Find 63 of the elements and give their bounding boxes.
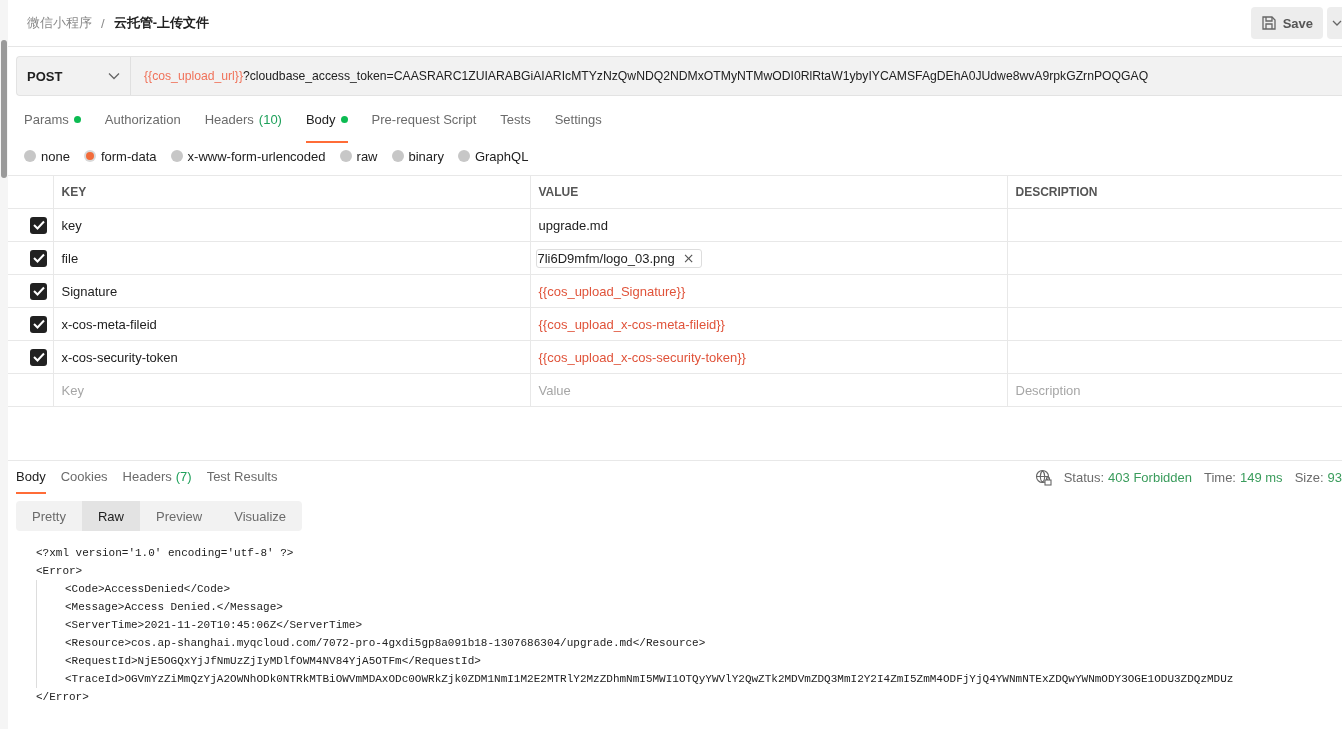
- column-header: KEY: [53, 175, 530, 209]
- table-cell: x-cos-meta-fileid: [53, 307, 530, 341]
- checkbox[interactable]: [30, 315, 47, 333]
- table-cell: Signature: [53, 274, 530, 308]
- table-cell: {{cos_upload_x-cos-security-token}}: [530, 340, 1007, 374]
- request-tab[interactable]: Tests: [500, 98, 531, 143]
- scrollbar-thumb[interactable]: [1, 40, 7, 178]
- code-line: <TraceId>OGVmYzZiMmQzYjA2OWNhODk0NTRkMTBiOWVmMDAxODc0OWRkZjk0ZDM1NmI1M2E2MTRlY2MzZDhmNmI5MWI1OTQyYWVlY2QwZTk2MDVmZDQ3MmI2Y2I4ZmI5ZmM4ODFjYjQ4YWNmNTExZDQwYWNmODY3OGE1ODU3ZDQzMDUz: [65, 672, 1234, 687]
- table-cell: key: [53, 208, 530, 242]
- column-header: DESCRIPTION: [1007, 175, 1342, 209]
- code-line: <Resource>cos.ap-shanghai.myqcloud.com/7072-pro-4gxdi5gp8a091b18-1307686304/upgrade.md</Resource>: [65, 636, 706, 651]
- status-label: Size:: [1294, 470, 1324, 485]
- response-tab[interactable]: Body: [16, 461, 46, 494]
- code-line: <Error>: [36, 564, 83, 579]
- file-chip[interactable]: 7li6D9mfm/logo_03.png ×: [535, 248, 702, 268]
- request-title: 云托管-上传文件: [113, 14, 209, 32]
- code-line: <Message>Access Denied.</Message>: [65, 600, 283, 615]
- checkbox[interactable]: [30, 282, 47, 300]
- code-line: </Error>: [36, 690, 89, 705]
- checkbox[interactable]: [30, 249, 47, 267]
- breadcrumb-separator: /: [101, 15, 105, 31]
- response-tab[interactable]: Cookies: [60, 461, 108, 494]
- status-value: 149 ms: [1240, 470, 1283, 485]
- code-line: <?xml version='1.0' encoding='utf-8' ?>: [36, 546, 294, 561]
- request-tab[interactable]: Params: [24, 98, 81, 143]
- view-mode-tab[interactable]: Preview: [140, 501, 219, 531]
- body-type-radio[interactable]: GraphQL: [457, 148, 529, 164]
- table-cell: {{cos_upload_Signature}}: [530, 274, 1007, 308]
- request-tab[interactable]: Headers (10): [204, 98, 282, 143]
- status-label: Time:: [1203, 470, 1236, 485]
- body-type-radio[interactable]: raw: [339, 148, 378, 164]
- status-value: 403 Forbidden: [1108, 470, 1192, 485]
- checkbox[interactable]: [30, 216, 47, 234]
- chevron-down-icon: [1332, 19, 1342, 27]
- response-tab[interactable]: Test Results: [206, 461, 278, 494]
- status-value: 93: [1327, 470, 1342, 485]
- table-cell: upgrade.md: [530, 208, 1007, 242]
- checkbox[interactable]: [30, 348, 47, 366]
- column-header: VALUE: [530, 175, 1007, 209]
- table-cell: {{cos_upload_x-cos-meta-fileid}}: [530, 307, 1007, 341]
- table-cell: file: [53, 241, 530, 275]
- body-type-radio[interactable]: form-data: [83, 148, 157, 164]
- breadcrumb-link[interactable]: 微信小程序: [27, 14, 92, 32]
- remove-file-button[interactable]: ×: [682, 251, 695, 265]
- response-tab[interactable]: Headers (7): [122, 461, 192, 494]
- status-label: Status:: [1063, 470, 1105, 485]
- table-cell: x-cos-security-token: [53, 340, 530, 374]
- view-mode-tab[interactable]: Raw: [81, 501, 140, 531]
- request-tab[interactable]: Settings: [554, 98, 602, 143]
- body-type-radio[interactable]: none: [24, 148, 70, 164]
- body-type-radio[interactable]: binary: [391, 148, 444, 164]
- view-mode-tab[interactable]: Pretty: [16, 501, 82, 531]
- code-line: <Code>AccessDenied</Code>: [65, 582, 231, 597]
- request-tab[interactable]: Body: [305, 98, 348, 143]
- save-button[interactable]: Save: [1250, 7, 1323, 39]
- code-line: <ServerTime>2021-11-20T10:45:06Z</ServerTime>: [65, 618, 363, 633]
- request-tab[interactable]: Authorization: [104, 98, 181, 143]
- body-type-radio[interactable]: x-www-form-urlencoded: [170, 148, 326, 164]
- view-mode-tab[interactable]: Visualize: [218, 501, 303, 531]
- save-icon: [1260, 15, 1277, 31]
- code-line: <RequestId>NjE5OGQxYjJfNmUzZjIyMDlfOWM4NV84YjA5OTFm</RequestId>: [65, 654, 481, 669]
- request-tab[interactable]: Pre-request Script: [371, 98, 477, 143]
- globe-lock-icon[interactable]: [1034, 469, 1052, 486]
